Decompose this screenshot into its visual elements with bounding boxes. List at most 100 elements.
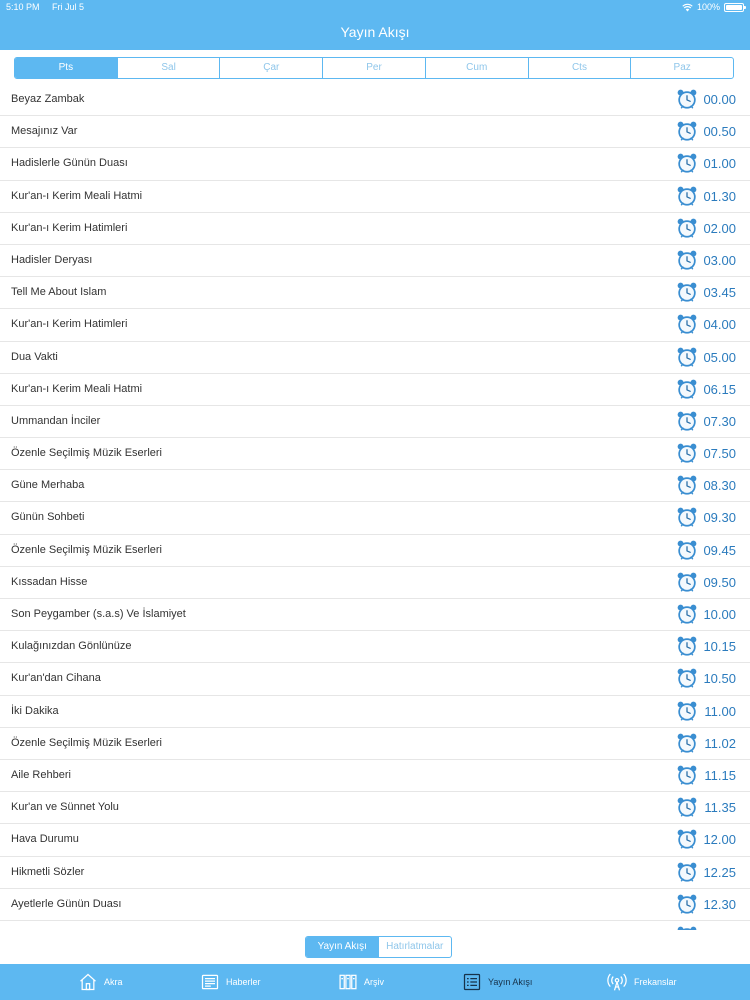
program-title: Kıssadan Hisse bbox=[11, 575, 88, 588]
alarm-clock-icon[interactable] bbox=[676, 603, 698, 625]
program-title: Özenle Seçilmiş Müzik Eserleri bbox=[11, 447, 162, 460]
schedule-row[interactable]: Ayetlerle Günün Duası 12.30 bbox=[0, 889, 750, 921]
alarm-clock-icon[interactable] bbox=[676, 120, 698, 142]
status-left: 5:10 PM Fri Jul 5 bbox=[6, 0, 94, 14]
alarm-clock-icon[interactable] bbox=[676, 764, 698, 786]
alarm-clock-icon[interactable] bbox=[676, 539, 698, 561]
schedule-row[interactable]: Kur'an-ı Kerim Meali Hatmi 06.15 bbox=[0, 374, 750, 406]
tab-archive[interactable]: Arşiv bbox=[338, 964, 384, 1000]
schedule-row[interactable]: Hadisler Deryası 03.00 bbox=[0, 245, 750, 278]
schedule-row[interactable]: Kur'an-ı Kerim Hatimleri 02.00 bbox=[0, 213, 750, 245]
alarm-clock-icon[interactable] bbox=[676, 442, 698, 464]
program-title: Kur'an-ı Kerim Meali Hatmi bbox=[11, 382, 143, 395]
alarm-clock-icon[interactable] bbox=[676, 410, 698, 432]
alarm-clock-icon[interactable] bbox=[676, 925, 698, 930]
alarm-clock-icon[interactable] bbox=[676, 313, 698, 335]
schedule-row[interactable] bbox=[0, 921, 750, 930]
program-title: Kur'an ve Sünnet Yolu bbox=[11, 801, 119, 814]
program-time: 08.30 bbox=[703, 478, 736, 494]
home-icon bbox=[78, 972, 98, 992]
schedule-row[interactable]: Kur'an ve Sünnet Yolu 11.35 bbox=[0, 792, 750, 825]
day-tab-3[interactable]: Per bbox=[323, 58, 426, 78]
program-time: 07.30 bbox=[703, 413, 736, 429]
program-title: Dua Vakti bbox=[11, 350, 58, 363]
program-title: Kur'an-ı Kerim Hatimleri bbox=[11, 318, 128, 331]
day-tab-6[interactable]: Paz bbox=[631, 58, 733, 78]
schedule-row[interactable]: Mesajınız Var 00.50 bbox=[0, 116, 750, 149]
schedule-row[interactable]: Ummandan İnciler 07.30 bbox=[0, 406, 750, 439]
alarm-clock-icon[interactable] bbox=[676, 796, 698, 818]
schedule-row[interactable]: Tell Me About Islam 03.45 bbox=[0, 277, 750, 310]
program-title: Özenle Seçilmiş Müzik Eserleri bbox=[11, 736, 162, 749]
day-tab-2[interactable]: Çar bbox=[220, 58, 324, 78]
day-tab-1[interactable]: Sal bbox=[118, 58, 221, 78]
status-right: 100% bbox=[682, 0, 746, 14]
schedule-row[interactable]: Kur'an'dan Cihana 10.50 bbox=[0, 663, 750, 696]
schedule-list[interactable]: Beyaz Zambak 00.00 Mesajınız Var 00.50 Hadis… bbox=[0, 84, 750, 930]
page-title: Yayın Akışı bbox=[340, 24, 410, 40]
schedule-row[interactable]: İki Dakika 11.00 bbox=[0, 696, 750, 728]
alarm-clock-icon[interactable] bbox=[676, 88, 698, 110]
alarm-clock-icon[interactable] bbox=[676, 732, 698, 754]
schedule-row[interactable]: Kıssadan Hisse 09.50 bbox=[0, 567, 750, 599]
schedule-row[interactable]: Kulağınızdan Gönlünüze 10.15 bbox=[0, 631, 750, 664]
alarm-clock-icon[interactable] bbox=[676, 217, 698, 239]
schedule-row[interactable]: Özenle Seçilmiş Müzik Eserleri 09.45 bbox=[0, 535, 750, 567]
toggle-reminders[interactable]: Hatırlatmalar bbox=[379, 937, 452, 957]
schedule-row[interactable]: Özenle Seçilmiş Müzik Eserleri 11.02 bbox=[0, 728, 750, 760]
alarm-clock-icon[interactable] bbox=[676, 152, 698, 174]
program-time: 00.50 bbox=[703, 124, 736, 140]
alarm-clock-icon[interactable] bbox=[676, 893, 698, 915]
schedule-row[interactable]: Günün Sohbeti 09.30 bbox=[0, 502, 750, 535]
schedule-row[interactable]: Hava Durumu 12.00 bbox=[0, 824, 750, 857]
alarm-clock-icon[interactable] bbox=[676, 185, 698, 207]
tab-newspaper[interactable]: Haberler bbox=[200, 964, 261, 1000]
alarm-clock-icon[interactable] bbox=[676, 828, 698, 850]
program-time: 01.30 bbox=[703, 188, 736, 204]
program-time: 09.45 bbox=[703, 542, 736, 558]
schedule-row[interactable]: Güne Merhaba 08.30 bbox=[0, 470, 750, 503]
alarm-clock-icon[interactable] bbox=[676, 635, 698, 657]
schedule-row[interactable]: Hikmetli Sözler 12.25 bbox=[0, 857, 750, 889]
schedule-row[interactable]: Aile Rehberi 11.15 bbox=[0, 760, 750, 793]
toggle-schedule[interactable]: Yayın Akışı bbox=[306, 937, 379, 957]
program-title: Kur'an-ı Kerim Meali Hatmi bbox=[11, 189, 143, 202]
tab-label: Frekanslar bbox=[634, 977, 677, 987]
tab-home[interactable]: Akra bbox=[78, 964, 123, 1000]
alarm-clock-icon[interactable] bbox=[676, 571, 698, 593]
day-tab-4[interactable]: Cum bbox=[426, 58, 529, 78]
program-title: Özenle Seçilmiş Müzik Eserleri bbox=[11, 543, 162, 556]
program-time: 07.50 bbox=[703, 446, 736, 462]
day-tab-5[interactable]: Cts bbox=[529, 58, 632, 78]
schedule-row[interactable]: Beyaz Zambak 00.00 bbox=[0, 84, 750, 117]
day-tab-0[interactable]: Pts bbox=[15, 58, 118, 78]
alarm-clock-icon[interactable] bbox=[676, 700, 698, 722]
day-segmented-control: Pts Sal Çar Per Cum Cts Paz bbox=[14, 57, 734, 79]
schedule-row[interactable]: Kur'an-ı Kerim Meali Hatmi 01.30 bbox=[0, 181, 750, 213]
schedule-row[interactable]: Dua Vakti 05.00 bbox=[0, 342, 750, 374]
alarm-clock-icon[interactable] bbox=[676, 346, 698, 368]
alarm-clock-icon[interactable] bbox=[676, 861, 698, 883]
schedule-row[interactable]: Özenle Seçilmiş Müzik Eserleri 07.50 bbox=[0, 438, 750, 471]
tab-list[interactable]: Yayın Akışı bbox=[462, 964, 532, 1000]
alarm-clock-icon[interactable] bbox=[676, 249, 698, 271]
program-time: 06.15 bbox=[703, 381, 736, 397]
program-time: 00.00 bbox=[703, 92, 736, 107]
program-title: Son Peygamber (s.a.s) Ve İslamiyet bbox=[11, 608, 186, 620]
schedule-row[interactable]: Hadislerle Günün Duası 01.00 bbox=[0, 148, 750, 181]
alarm-clock-icon[interactable] bbox=[676, 281, 698, 303]
program-time: 12.25 bbox=[703, 864, 736, 880]
alarm-clock-icon[interactable] bbox=[676, 474, 698, 496]
schedule-row[interactable]: Son Peygamber (s.a.s) Ve İslamiyet 10.00 bbox=[0, 599, 750, 632]
archive-icon bbox=[338, 972, 358, 992]
program-title: Kur'an'dan Cihana bbox=[11, 672, 101, 685]
list-icon bbox=[462, 972, 482, 992]
schedule-row[interactable]: Kur'an-ı Kerim Hatimleri 04.00 bbox=[0, 309, 750, 342]
navigation-header: 5:10 PM Fri Jul 5 100% Yayın Akışı bbox=[0, 0, 750, 50]
alarm-clock-icon[interactable] bbox=[676, 667, 698, 689]
status-date: Fri Jul 5 bbox=[52, 2, 85, 12]
program-title: Hikmetli Sözler bbox=[11, 865, 85, 878]
tab-radio-tower[interactable]: Frekanslar bbox=[606, 964, 677, 1000]
alarm-clock-icon[interactable] bbox=[676, 506, 698, 528]
alarm-clock-icon[interactable] bbox=[676, 378, 698, 400]
